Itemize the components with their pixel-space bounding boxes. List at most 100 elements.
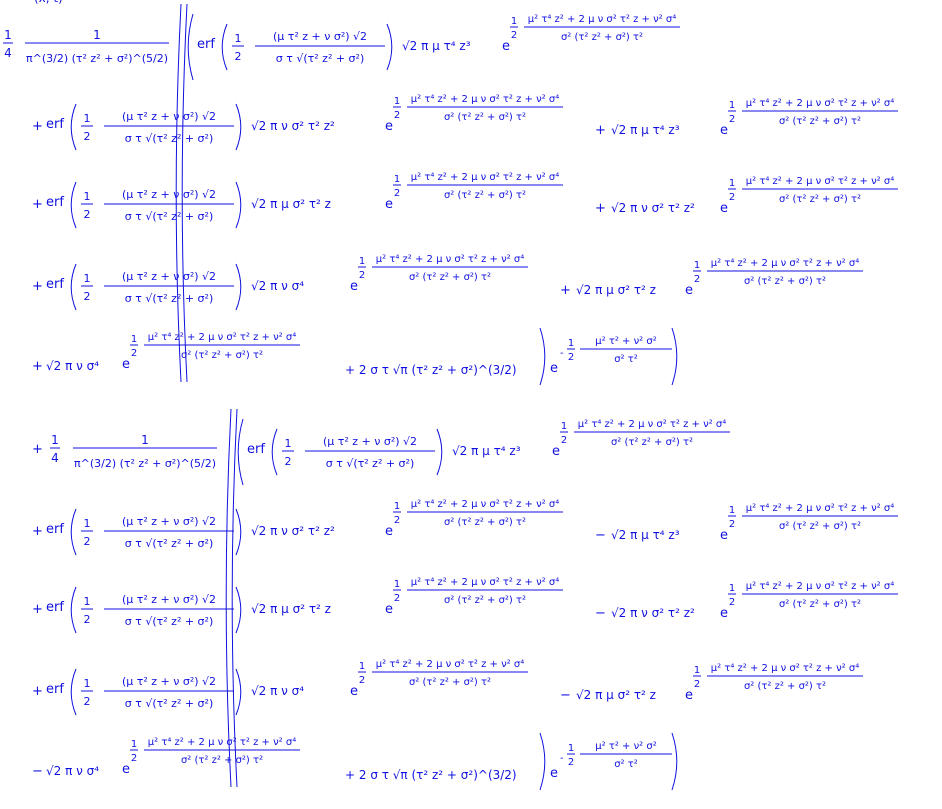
exp-numerator-2-1: μ² τ⁴ z² + 2 μ ν σ² τ² z + ν² σ⁴ (578, 419, 726, 430)
exp-denominator-1-4a: σ² (τ² z² + σ²) τ² (409, 272, 491, 283)
erf-close-paren-2-4 (235, 668, 242, 716)
exp-half-den-1-5: 2 (131, 348, 137, 359)
exp-half-num-2-3a: 1 (394, 579, 400, 590)
exp-half-num-2-2b: 1 (729, 505, 735, 516)
erf-open-paren-2-4 (70, 668, 77, 716)
exp-half-den-2-3a: 2 (394, 593, 400, 604)
outer-close-paren-2 (671, 732, 678, 791)
row-sign-2-3: − (595, 606, 606, 621)
exp-half-num-1-1: 1 (511, 16, 517, 27)
erf-half-num-1-4: 1 (84, 272, 91, 285)
erf-denominator-1-1: σ τ √(τ² z² + σ²) (276, 52, 364, 65)
erf-numerator-2-3: (μ τ² z + ν σ²) √2 (122, 593, 216, 606)
exp-half-num-1-4a: 1 (359, 256, 365, 267)
exp-denominator-1-2b: σ² (τ² z² + σ²) τ² (779, 116, 861, 127)
final-exp-denominator-2: σ² τ² (614, 759, 638, 770)
exp-half-den-2-4a: 2 (359, 675, 365, 686)
row-plus-2-3: + (32, 602, 43, 617)
exp-denominator-2-4b: σ² (τ² z² + σ²) τ² (744, 681, 826, 692)
exp-half-num-2-4b: 1 (694, 665, 700, 676)
term-second-2-3: √2 π ν σ² τ² z² (611, 606, 695, 620)
erf-half-num-2-2: 1 (84, 517, 91, 530)
exp-half-den-1-2b: 2 (729, 114, 735, 125)
exp-denominator-1-1: σ² (τ² z² + σ²) τ² (561, 32, 643, 43)
row-plus-1-2: + (32, 119, 43, 134)
final-exp-half-den-2: 2 (568, 757, 574, 768)
exp-denominator-2-3b: σ² (τ² z² + σ²) τ² (779, 599, 861, 610)
erf-label-2-4: erf (46, 682, 64, 697)
exp-numerator-1-4b: μ² τ⁴ z² + 2 μ ν σ² τ² z + ν² σ⁴ (711, 258, 859, 269)
erf-half-den-2-2: 2 (84, 535, 91, 548)
exp-base-1-4b: e (685, 283, 693, 298)
exp-half-den-2-4b: 2 (694, 679, 700, 690)
exp-base-2-4a: e (350, 684, 358, 699)
prefactor-den-2: π^(3/2) (τ² z² + σ²)^(5/2) (74, 457, 216, 470)
exp-half-den-1-3a: 2 (394, 188, 400, 199)
exp-half-num-1-5: 1 (131, 334, 137, 345)
inner-close-paren-2 (539, 732, 546, 791)
exp-base-2-2a: e (385, 524, 393, 539)
erf-label-1-1: erf (197, 37, 215, 52)
exp-half-num-1-2b: 1 (729, 100, 735, 111)
term-first-2-2: √2 π ν σ² τ² z² (251, 524, 335, 538)
exp-numerator-2-2a: μ² τ⁴ z² + 2 μ ν σ² τ² z + ν² σ⁴ (411, 499, 559, 510)
term-first-2-4: √2 π ν σ⁴ (251, 684, 304, 698)
erf-half-num-1-1: 1 (235, 32, 242, 45)
erf-open-paren-2-2 (70, 508, 77, 556)
erf-close-paren-1-1 (386, 23, 393, 71)
erf-open-paren-1-3 (70, 181, 77, 229)
term-first-1-2: √2 π ν σ² τ² z² (251, 119, 335, 133)
exp-half-den-1-2a: 2 (394, 110, 400, 121)
erf-numerator-2-2: (μ τ² z + ν σ²) √2 (122, 515, 216, 528)
row-sign-1-4: + (560, 283, 571, 298)
exp-half-num-2-2a: 1 (394, 501, 400, 512)
erf-denominator-1-3: σ τ √(τ² z² + σ²) (125, 210, 213, 223)
exp-base-1-3b: e (720, 201, 728, 216)
row5-sign-1: + (32, 359, 43, 374)
erf-open-paren-2-1 (271, 428, 278, 476)
erf-half-num-1-3: 1 (84, 190, 91, 203)
erf-label-2-2: erf (46, 522, 64, 537)
erf-label-1-4: erf (46, 277, 64, 292)
erf-half-den-2-3: 2 (84, 613, 91, 626)
exp-half-den-2-1: 2 (561, 435, 567, 446)
prefactor-num-2: 1 (141, 433, 149, 447)
erf-label-1-3: erf (46, 195, 64, 210)
group-open-paren-1 (187, 13, 194, 81)
final-exp-numerator-2: μ² τ² + ν² σ² (595, 741, 656, 752)
erf-denominator-1-2: σ τ √(τ² z² + σ²) (125, 132, 213, 145)
exp-half-num-1-2a: 1 (394, 96, 400, 107)
exp-base-1-2b: e (720, 123, 728, 138)
formula-canvas: (x, t) 1 4 1 π^(3/2) (τ² z² + σ²)^(5/2) erf 1 2… (3, 0, 898, 791)
exp-base-1-5: e (122, 357, 130, 372)
exp-base-2-3a: e (385, 602, 393, 617)
term-nu-sigma4-1: √2 π ν σ⁴ (46, 359, 99, 373)
row-plus-2-2: + (32, 524, 43, 539)
exp-base-2-5: e (122, 762, 130, 777)
quarter-den-1: 4 (4, 46, 12, 60)
inner-open-paren-2 (231, 408, 238, 788)
erf-close-paren-1-3 (235, 181, 242, 229)
erf-numerator-1-2: (μ τ² z + ν σ²) √2 (122, 110, 216, 123)
term-second-1-3: √2 π ν σ² τ² z² (611, 201, 695, 215)
exp-numerator-1-3b: μ² τ⁴ z² + 2 μ ν σ² τ² z + ν² σ⁴ (746, 176, 894, 187)
exp-base-2-2b: e (720, 528, 728, 543)
exp-numerator-2-3a: μ² τ⁴ z² + 2 μ ν σ² τ² z + ν² σ⁴ (411, 577, 559, 588)
exp-half-num-1-3b: 1 (729, 178, 735, 189)
exp-numerator-1-5: μ² τ⁴ z² + 2 μ ν σ² τ² z + ν² σ⁴ (148, 332, 296, 343)
exp-half-num-1-3a: 1 (394, 174, 400, 185)
exp-base-1-4a: e (350, 279, 358, 294)
erf-open-paren-1-2 (70, 103, 77, 151)
final-exp-numerator-1: μ² τ² + ν² σ² (595, 336, 656, 347)
erf-half-den-1-3: 2 (84, 208, 91, 221)
exp-denominator-1-3a: σ² (τ² z² + σ²) τ² (444, 190, 526, 201)
exp-denominator-2-2b: σ² (τ² z² + σ²) τ² (779, 521, 861, 532)
tail-term-1: + 2 σ τ √π (τ² z² + σ²)^(3/2) (345, 363, 517, 377)
final-exp-half-den-1: 2 (568, 352, 574, 363)
row-plus-1-3: + (32, 197, 43, 212)
exp-half-den-1-3b: 2 (729, 192, 735, 203)
final-exp-denominator-1: σ² τ² (614, 354, 638, 365)
erf-half-den-1-4: 2 (84, 290, 91, 303)
exp-half-den-1-1: 2 (511, 30, 517, 41)
term-nu-sigma4-2: √2 π ν σ⁴ (46, 764, 99, 778)
